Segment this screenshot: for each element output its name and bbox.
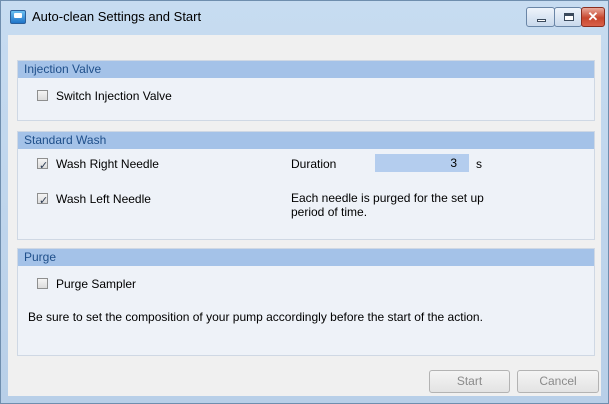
switch-injection-valve-label: Switch Injection Valve xyxy=(56,89,172,103)
title-bar[interactable]: Auto-clean Settings and Start ✕ xyxy=(1,1,608,33)
purge-sampler-label: Purge Sampler xyxy=(56,277,137,291)
duration-unit: s xyxy=(476,157,482,171)
duration-label: Duration xyxy=(291,157,337,171)
minimize-button[interactable] xyxy=(526,7,555,27)
app-icon xyxy=(10,10,26,24)
purge-header: Purge xyxy=(18,249,594,266)
dialog-body: Injection Valve Switch Injection Valve S… xyxy=(8,35,601,396)
window-title: Auto-clean Settings and Start xyxy=(32,9,202,24)
injection-valve-group: Injection Valve Switch Injection Valve xyxy=(17,60,595,121)
duration-input[interactable]: 3 xyxy=(375,154,469,172)
check-icon: ✓ xyxy=(39,160,49,172)
checkbox-box xyxy=(37,90,48,101)
start-button[interactable]: Start xyxy=(429,370,510,393)
close-icon: ✕ xyxy=(587,9,599,24)
cancel-button[interactable]: Cancel xyxy=(517,370,599,393)
wash-note-line1: Each needle is purged for the set up xyxy=(291,191,484,205)
checkbox-box: ✓ xyxy=(37,193,48,207)
standard-wash-group: Standard Wash ✓ Wash Right Needle ✓ Wash… xyxy=(17,131,595,240)
checkbox-box xyxy=(37,278,48,289)
maximize-button[interactable] xyxy=(554,7,582,27)
standard-wash-header: Standard Wash xyxy=(18,132,594,149)
injection-valve-header: Injection Valve xyxy=(18,61,594,78)
purge-hint: Be sure to set the composition of your p… xyxy=(28,310,483,324)
purge-group: Purge Purge Sampler Be sure to set the c… xyxy=(17,248,595,356)
wash-left-needle-label: Wash Left Needle xyxy=(56,192,151,206)
checkbox-box: ✓ xyxy=(37,158,48,172)
dialog-window: Auto-clean Settings and Start ✕ Injectio… xyxy=(0,0,609,404)
wash-right-needle-label: Wash Right Needle xyxy=(56,157,159,171)
close-button[interactable]: ✕ xyxy=(581,7,605,27)
wash-note-line2: period of time. xyxy=(291,205,368,219)
check-icon: ✓ xyxy=(39,195,49,207)
